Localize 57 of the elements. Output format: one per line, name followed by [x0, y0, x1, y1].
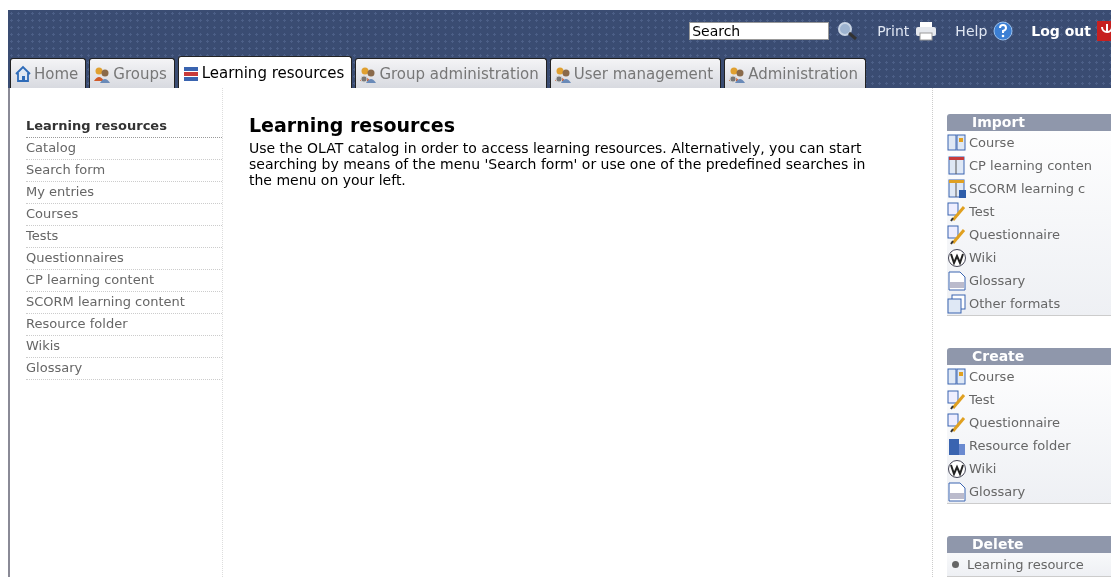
- sidebar-item[interactable]: Glossary: [26, 358, 222, 380]
- help-link[interactable]: Help: [955, 23, 988, 39]
- sidebar-item[interactable]: SCORM learning content: [26, 292, 222, 314]
- tool-link[interactable]: Wiki: [947, 457, 1111, 480]
- page-title: Learning resources: [249, 114, 456, 136]
- w-circle-icon: [947, 247, 967, 268]
- tool-link[interactable]: Glossary: [947, 269, 1111, 292]
- tool-link[interactable]: Learning resource: [947, 553, 1111, 576]
- sidebar-item[interactable]: Tests: [26, 226, 222, 248]
- nav-tab[interactable]: Administration: [724, 58, 866, 88]
- nav-tab[interactable]: Group administration: [355, 58, 547, 88]
- home-icon: [14, 64, 32, 83]
- tool-link[interactable]: Glossary: [947, 480, 1111, 503]
- sidebar-item[interactable]: CP learning content: [26, 270, 222, 292]
- nav-tab[interactable]: Groups: [89, 58, 175, 88]
- search-icon[interactable]: [837, 21, 860, 41]
- tool-link[interactable]: Test: [947, 388, 1111, 411]
- help-icon[interactable]: [993, 21, 1014, 41]
- intro-paragraph: Use the OLAT catalog in order to access learning resources. Alternatively, you can start searching by means of the menu 'Search form' or use one of the predefined searches in the menu on your left.: [249, 140, 867, 188]
- sidebar-item[interactable]: Search form: [26, 160, 222, 182]
- sidebar-item[interactable]: Resource folder: [26, 314, 222, 336]
- tool-link[interactable]: Other formats: [947, 292, 1111, 315]
- w-circle-icon: [947, 458, 967, 479]
- document-icon: [947, 481, 967, 502]
- binder-icon: [947, 155, 967, 176]
- print-link[interactable]: Print: [877, 23, 910, 39]
- nav-tab[interactable]: Home: [10, 58, 87, 88]
- nav-tab[interactable]: Learning resources: [177, 56, 353, 88]
- book-icon: [947, 366, 967, 387]
- sidebar-item[interactable]: Courses: [26, 204, 222, 226]
- logout-link[interactable]: Log out: [1031, 23, 1091, 39]
- power-icon[interactable]: [1097, 21, 1111, 41]
- tool-link[interactable]: Resource folder: [947, 434, 1111, 457]
- tool-link[interactable]: Wiki: [947, 246, 1111, 269]
- sidebar-item[interactable]: My entries: [26, 182, 222, 204]
- sidebar-item[interactable]: Catalog: [26, 138, 222, 160]
- pages-icon: [947, 293, 967, 314]
- printer-icon[interactable]: [915, 21, 938, 41]
- nav-tab[interactable]: User management: [549, 58, 722, 88]
- search-field[interactable]: Search: [689, 22, 830, 40]
- panel-header: Create: [947, 348, 1111, 365]
- book-icon: [947, 132, 967, 153]
- bullet-icon: [952, 561, 959, 568]
- tool-link[interactable]: Course: [947, 131, 1111, 154]
- panel-header: Delete: [947, 536, 1111, 553]
- sidebar-item[interactable]: Questionnaires: [26, 248, 222, 270]
- panel-header: Import: [947, 114, 1111, 131]
- sidebar-item[interactable]: Learning resources: [26, 116, 222, 138]
- tool-link[interactable]: Course: [947, 365, 1111, 388]
- document-icon: [947, 270, 967, 291]
- binder-icon: [947, 178, 967, 199]
- tool-link[interactable]: CP learning conten: [947, 154, 1111, 177]
- sidebar-item[interactable]: Wikis: [26, 336, 222, 358]
- tool-link[interactable]: Questionnaire: [947, 223, 1111, 246]
- tool-link[interactable]: Questionnaire: [947, 411, 1111, 434]
- tool-link[interactable]: SCORM learning c: [947, 177, 1111, 200]
- tool-link[interactable]: Test: [947, 200, 1111, 223]
